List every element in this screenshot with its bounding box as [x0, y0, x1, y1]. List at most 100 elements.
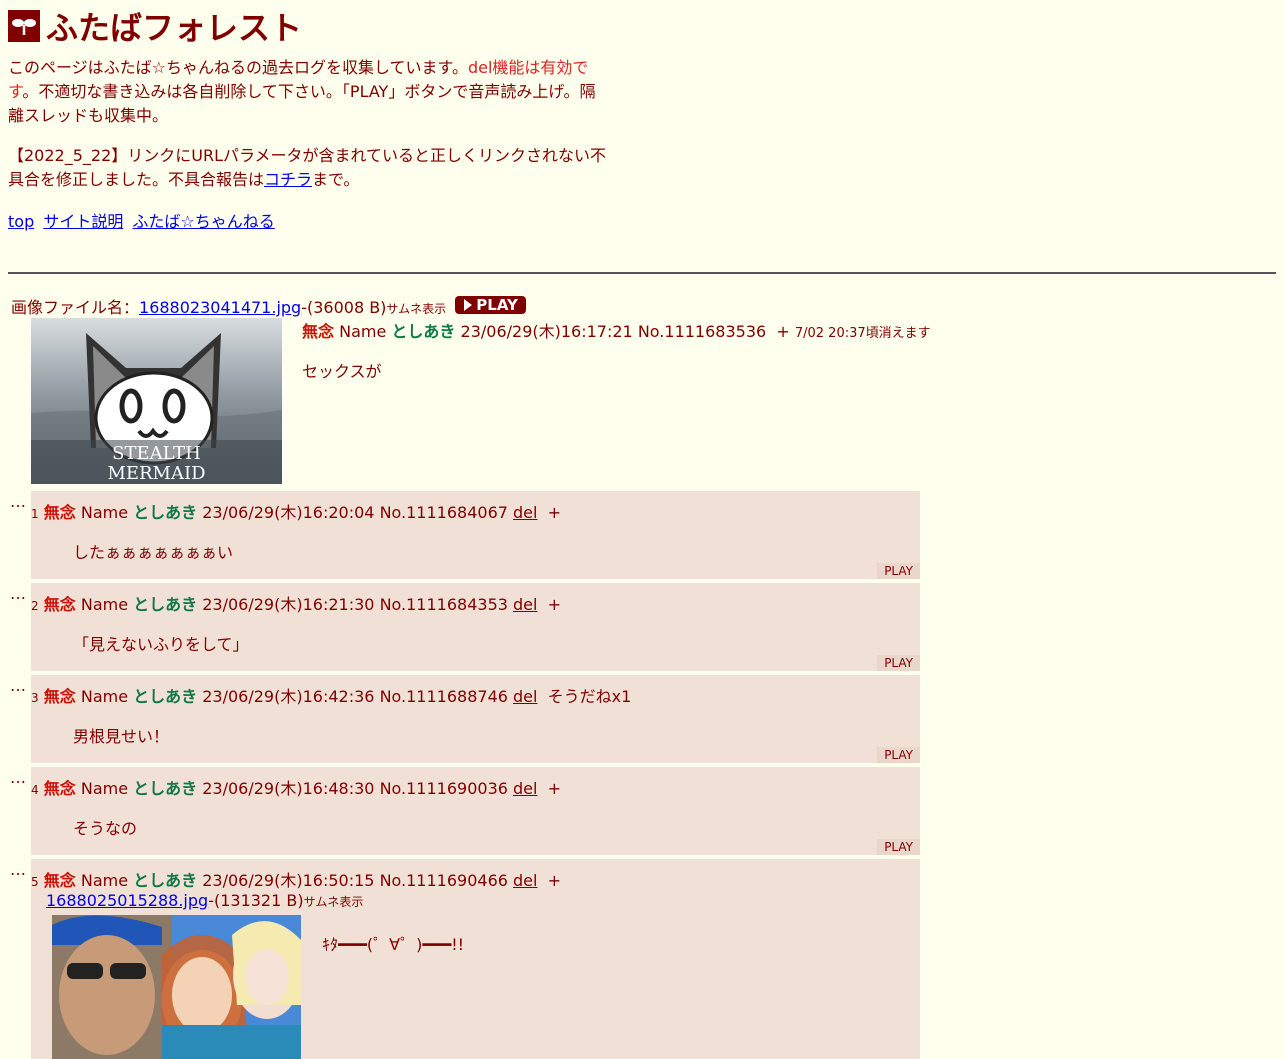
reply-marker: …	[10, 492, 26, 511]
reply-thumb-toggle[interactable]: サムネ表示	[304, 895, 364, 909]
del-button[interactable]: del	[513, 503, 537, 522]
op-body: セックスが	[302, 362, 382, 381]
reply-header: 4 無念 Name としあき 23/06/29(木)16:48:30 No.11…	[31, 775, 561, 799]
reply-file-info: 1688025015288.jpg-(131321 B)サムネ表示	[46, 891, 363, 910]
reply-3: 3 無念 Name としあき 23/06/29(木)16:42:36 No.11…	[31, 675, 920, 763]
op-play-button[interactable]: PLAY	[455, 296, 526, 314]
reply-header: 1 無念 Name としあき 23/06/29(木)16:20:04 No.11…	[31, 499, 561, 523]
reply-post-number[interactable]: No.1111690036	[380, 779, 508, 798]
nav-top-link[interactable]: top	[8, 212, 34, 231]
reply-play-button[interactable]: PLAY	[877, 563, 920, 579]
op-thumb-caption-1: STEALTH	[112, 443, 201, 464]
op-subject: 無念	[302, 322, 335, 341]
op-file-info: 画像ファイル名：1688023041471.jpg-(36008 B)サムネ表示…	[11, 294, 526, 318]
sodane-button[interactable]: +	[548, 871, 561, 890]
reply-post-number[interactable]: No.1111684067	[380, 503, 508, 522]
play-icon	[464, 299, 473, 311]
reply-post-number[interactable]: No.1111684353	[380, 595, 508, 614]
nav-links: top サイト説明 ふたば☆ちゃんねる	[8, 208, 279, 232]
reply-name-label: Name	[80, 871, 129, 890]
reply-body: そうなの	[73, 819, 138, 838]
reply-thumbnail[interactable]	[52, 915, 301, 1059]
reply-marker: …	[10, 676, 26, 695]
notice-post: まで。	[312, 170, 360, 189]
nav-about-link[interactable]: サイト説明	[43, 212, 123, 231]
reply-body: ｷﾀ━━━(゜∀゜)━━━!!	[322, 935, 465, 954]
reply-play-button[interactable]: PLAY	[877, 839, 920, 855]
intro-post: 。不適切な書き込みは各自削除して下さい。「PLAY」ボタンで音声読み上げ。隔離ス…	[8, 82, 596, 125]
reply-number-index: 1	[31, 507, 39, 521]
reply-datetime: 23/06/29(木)16:48:30	[202, 779, 375, 798]
sodane-button[interactable]: そうだねx1	[548, 687, 632, 706]
del-button[interactable]: del	[513, 595, 537, 614]
site-title: ふたばフォレスト	[46, 9, 303, 47]
reply-datetime: 23/06/29(木)16:21:30	[202, 595, 375, 614]
reply-post-number[interactable]: No.1111688746	[380, 687, 508, 706]
reply-4: 4 無念 Name としあき 23/06/29(木)16:48:30 No.11…	[31, 767, 920, 855]
op-thumbnail[interactable]: STEALTH MERMAID	[31, 318, 282, 484]
reply-subject: 無念	[43, 871, 76, 890]
reply-header: 5 無念 Name としあき 23/06/29(木)16:50:15 No.11…	[31, 867, 561, 891]
site-header: ふたばフォレスト	[8, 6, 303, 47]
reply-play-button[interactable]: PLAY	[877, 655, 920, 671]
nav-futaba-link[interactable]: ふたば☆ちゃんねる	[132, 212, 274, 231]
op-thumb-caption-2: MERMAID	[107, 463, 206, 484]
reply-datetime: 23/06/29(木)16:42:36	[202, 687, 375, 706]
reply-file-size: -(131321 B)	[208, 891, 304, 910]
reply-subject: 無念	[43, 687, 76, 706]
reply-name: としあき	[133, 687, 198, 706]
del-button[interactable]: del	[513, 871, 537, 890]
reply-subject: 無念	[43, 503, 76, 522]
op-number[interactable]: No.1111683536	[638, 322, 766, 341]
reply-body: 「見えないふりをして」	[73, 635, 249, 654]
reply-name-label: Name	[80, 595, 129, 614]
reply-1: 1 無念 Name としあき 23/06/29(木)16:20:04 No.11…	[31, 491, 920, 579]
reply-2: 2 無念 Name としあき 23/06/29(木)16:21:30 No.11…	[31, 583, 920, 671]
intro-text: このページはふたば☆ちゃんねるの過去ログを収集しています。del機能は有効です。…	[8, 56, 608, 128]
op-file-size: -(36008 B)	[301, 298, 387, 317]
reply-name: としあき	[133, 503, 198, 522]
op-file-label: 画像ファイル名：	[11, 298, 140, 317]
reply-datetime: 23/06/29(木)16:20:04	[202, 503, 375, 522]
op-thumb-caption: STEALTH MERMAID	[31, 444, 282, 484]
reply-name-label: Name	[80, 779, 129, 798]
op-thumb-toggle[interactable]: サムネ表示	[386, 302, 446, 316]
reply-name-label: Name	[80, 503, 129, 522]
reply-post-number[interactable]: No.1111690466	[380, 871, 508, 890]
sodane-button[interactable]: +	[548, 779, 561, 798]
update-notice: 【2022_5_22】リンクにURLパラメータが含まれていると正しくリンクされな…	[8, 144, 608, 192]
op-play-label: PLAY	[476, 296, 518, 314]
reply-datetime: 23/06/29(木)16:50:15	[202, 871, 375, 890]
reply-file-link[interactable]: 1688025015288.jpg	[46, 891, 208, 910]
op-plus[interactable]: +	[776, 322, 789, 341]
reply-play-button[interactable]: PLAY	[877, 747, 920, 763]
reply-number-index: 5	[31, 875, 39, 889]
intro-pre: このページはふたば☆ちゃんねるの過去ログを収集しています。	[8, 58, 468, 77]
sprout-logo-icon	[8, 10, 40, 42]
reply-name: としあき	[133, 871, 198, 890]
reply-header: 3 無念 Name としあき 23/06/29(木)16:42:36 No.11…	[31, 683, 631, 707]
op-name: としあき	[391, 322, 456, 341]
reply-number-index: 4	[31, 783, 39, 797]
del-button[interactable]: del	[513, 779, 537, 798]
reply-header: 2 無念 Name としあき 23/06/29(木)16:21:30 No.11…	[31, 591, 561, 615]
reply-number-index: 3	[31, 691, 39, 705]
reply-body: したぁぁぁぁぁぁぁい	[73, 543, 234, 562]
op-expire: 7/02 20:37頃消えます	[794, 326, 931, 341]
sodane-button[interactable]: +	[548, 595, 561, 614]
op-datetime: 23/06/29(木)16:17:21	[460, 322, 633, 341]
reply-body: 男根見せい！	[73, 727, 170, 746]
reply-marker: …	[10, 860, 26, 879]
report-link[interactable]: コチラ	[264, 170, 312, 189]
reply-name-label: Name	[80, 687, 129, 706]
reply-name: としあき	[133, 595, 198, 614]
op-file-link[interactable]: 1688023041471.jpg	[139, 298, 301, 317]
del-button[interactable]: del	[513, 687, 537, 706]
divider	[8, 272, 1276, 274]
reply-marker: …	[10, 768, 26, 787]
reply-subject: 無念	[43, 779, 76, 798]
reply-subject: 無念	[43, 595, 76, 614]
sodane-button[interactable]: +	[548, 503, 561, 522]
reply-name: としあき	[133, 779, 198, 798]
reply-number-index: 2	[31, 599, 39, 613]
